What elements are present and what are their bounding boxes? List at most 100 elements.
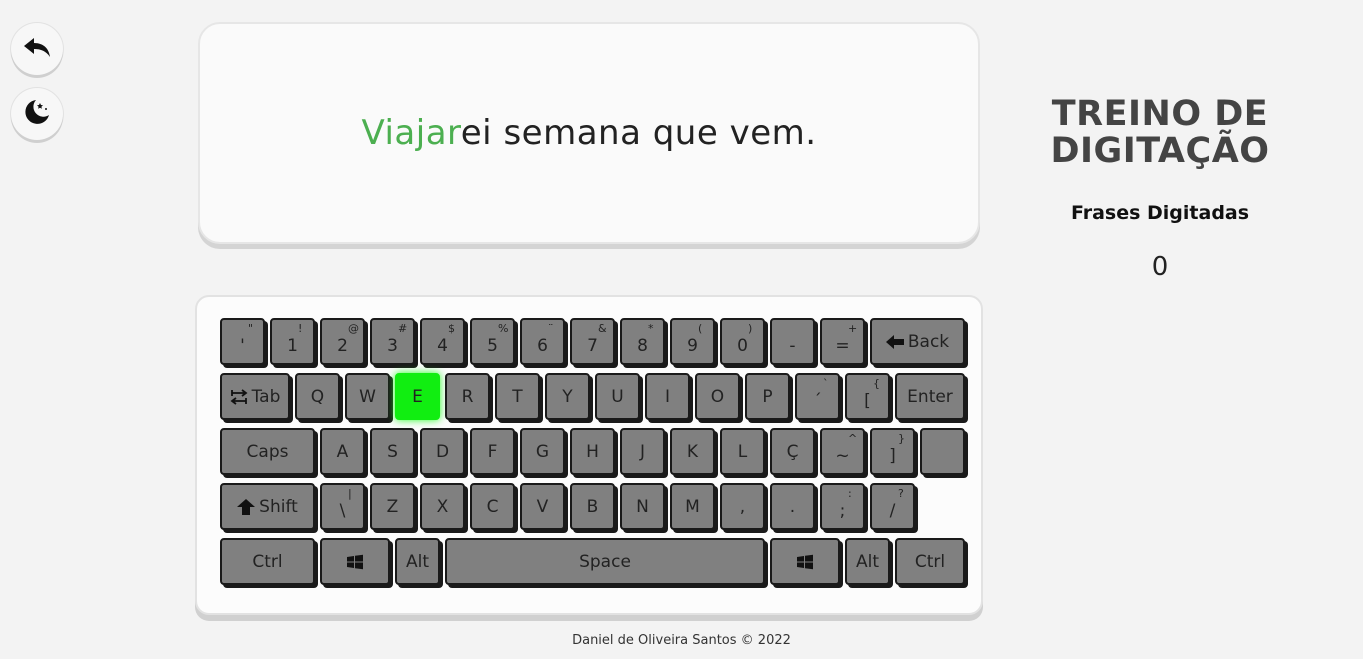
key-tab[interactable]: Tab xyxy=(220,373,290,420)
key-q[interactable]: Q xyxy=(295,373,340,420)
key-symbol-r4-1[interactable]: /? xyxy=(870,483,915,530)
key-label: Alt xyxy=(405,551,430,572)
key-shift-label: * xyxy=(648,322,654,335)
key-m[interactable]: M xyxy=(670,483,715,530)
key-symbol-12[interactable]: = + xyxy=(820,318,865,365)
moon-stars-icon xyxy=(22,97,52,131)
key-backspace[interactable]: Back xyxy=(870,318,965,365)
key-win-left[interactable] xyxy=(320,538,390,585)
key-i[interactable]: I xyxy=(645,373,690,420)
key-d[interactable]: D xyxy=(420,428,465,475)
key-shift-label: ` xyxy=(823,377,829,390)
key-j[interactable]: J xyxy=(620,428,665,475)
key-y[interactable]: Y xyxy=(545,373,590,420)
key-3[interactable]: 3 # xyxy=(370,318,415,365)
key-x[interactable]: X xyxy=(420,483,465,530)
key-ç[interactable]: Ç xyxy=(770,428,815,475)
key-label: T xyxy=(512,386,523,407)
key-f[interactable]: F xyxy=(470,428,515,475)
key-g[interactable]: G xyxy=(520,428,565,475)
key-e[interactable]: E xyxy=(395,373,440,420)
key-symbol-r3-1[interactable]: ]} xyxy=(870,428,915,475)
key-backslash[interactable]: \ | xyxy=(320,483,365,530)
key-alt-right[interactable]: Alt xyxy=(845,538,890,585)
key-label: D xyxy=(435,441,450,462)
key-win-right[interactable] xyxy=(770,538,840,585)
key-r[interactable]: R xyxy=(445,373,490,420)
key-h[interactable]: H xyxy=(570,428,615,475)
shift-arrow-icon xyxy=(237,498,256,515)
theme-toggle-button[interactable] xyxy=(11,88,63,140)
key-label: O xyxy=(710,386,725,407)
key-l[interactable]: L xyxy=(720,428,765,475)
key-symbol-0[interactable]: ' " xyxy=(220,318,265,365)
key-label: 7 xyxy=(587,335,598,356)
undo-arrow-icon xyxy=(22,32,52,66)
key-symbol-r4-0[interactable]: ;: xyxy=(820,483,865,530)
key-label: Shift xyxy=(259,496,298,517)
key-8[interactable]: 8 * xyxy=(620,318,665,365)
key-label: R xyxy=(461,386,474,407)
key-label: Back xyxy=(907,331,950,352)
key-w[interactable]: W xyxy=(345,373,390,420)
key-symbol-11[interactable]: - xyxy=(770,318,815,365)
key-label: Ctrl xyxy=(914,551,946,572)
key-6[interactable]: 6 ¨ xyxy=(520,318,565,365)
phrases-typed-label: Frases Digitadas xyxy=(1070,202,1250,224)
key-label: Q xyxy=(310,386,325,407)
key-shift-label: % xyxy=(498,322,509,335)
key-n[interactable]: N xyxy=(620,483,665,530)
key-label: S xyxy=(387,441,398,462)
key-a[interactable]: A xyxy=(320,428,365,475)
key-blank[interactable] xyxy=(920,428,965,475)
key-shift-label: ) xyxy=(748,322,753,335)
key-shift-label: " xyxy=(248,322,254,335)
key-9[interactable]: 9( xyxy=(670,318,715,365)
key-c[interactable]: C xyxy=(470,483,515,530)
key-symbol-r2-0[interactable]: ´ ` xyxy=(795,373,840,420)
key-label: Tab xyxy=(251,386,281,407)
key-1[interactable]: 1! xyxy=(270,318,315,365)
stats-panel: TREINO DE DIGITAÇÃO Frases Digitadas 0 xyxy=(1040,96,1280,283)
key-shift-label: $ xyxy=(448,322,455,335)
key-u[interactable]: U xyxy=(595,373,640,420)
key-punct-7[interactable]: , xyxy=(720,483,765,530)
key-ctrl-left[interactable]: Ctrl xyxy=(220,538,315,585)
key-alt-left[interactable]: Alt xyxy=(395,538,440,585)
key-p[interactable]: P xyxy=(745,373,790,420)
key-t[interactable]: T xyxy=(495,373,540,420)
key-5[interactable]: 5% xyxy=(470,318,515,365)
key-label: . xyxy=(789,496,796,517)
key-shift-label: & xyxy=(598,322,607,335)
key-label: K xyxy=(686,441,699,462)
key-label: Alt xyxy=(855,551,880,572)
key-2[interactable]: 2 @ xyxy=(320,318,365,365)
key-z[interactable]: Z xyxy=(370,483,415,530)
phrases-typed-count: 0 xyxy=(1151,252,1169,282)
windows-logo-icon xyxy=(346,554,364,570)
key-k[interactable]: K xyxy=(670,428,715,475)
key-label: Ç xyxy=(786,441,799,462)
key-punct-8[interactable]: . xyxy=(770,483,815,530)
back-button[interactable] xyxy=(11,23,63,75)
key-7[interactable]: 7 & xyxy=(570,318,615,365)
key-symbol-r3-0[interactable]: ~ ^ xyxy=(820,428,865,475)
key-0[interactable]: 0) xyxy=(720,318,765,365)
key-s[interactable]: S xyxy=(370,428,415,475)
key-ctrl-right[interactable]: Ctrl xyxy=(895,538,965,585)
key-v[interactable]: V xyxy=(520,483,565,530)
keyboard-row-numbers: ' " 1! 2 @3 #4 $5% 6 ¨ 7 & 8 * 9(0) - = + Back xyxy=(220,318,965,365)
key-label: V xyxy=(536,496,549,517)
key-symbol-r2-1[interactable]: [{ xyxy=(845,373,890,420)
key-enter[interactable]: Enter xyxy=(895,373,965,420)
key-4[interactable]: 4 $ xyxy=(420,318,465,365)
key-space[interactable]: Space xyxy=(445,538,765,585)
key-label: I xyxy=(664,386,670,407)
key-caps-lock[interactable]: Caps xyxy=(220,428,315,475)
key-shift-left[interactable]: Shift xyxy=(220,483,315,530)
key-o[interactable]: O xyxy=(695,373,740,420)
key-label: ] xyxy=(889,445,896,466)
key-label: \ xyxy=(339,500,346,521)
key-b[interactable]: B xyxy=(570,483,615,530)
key-label: E xyxy=(412,386,423,407)
